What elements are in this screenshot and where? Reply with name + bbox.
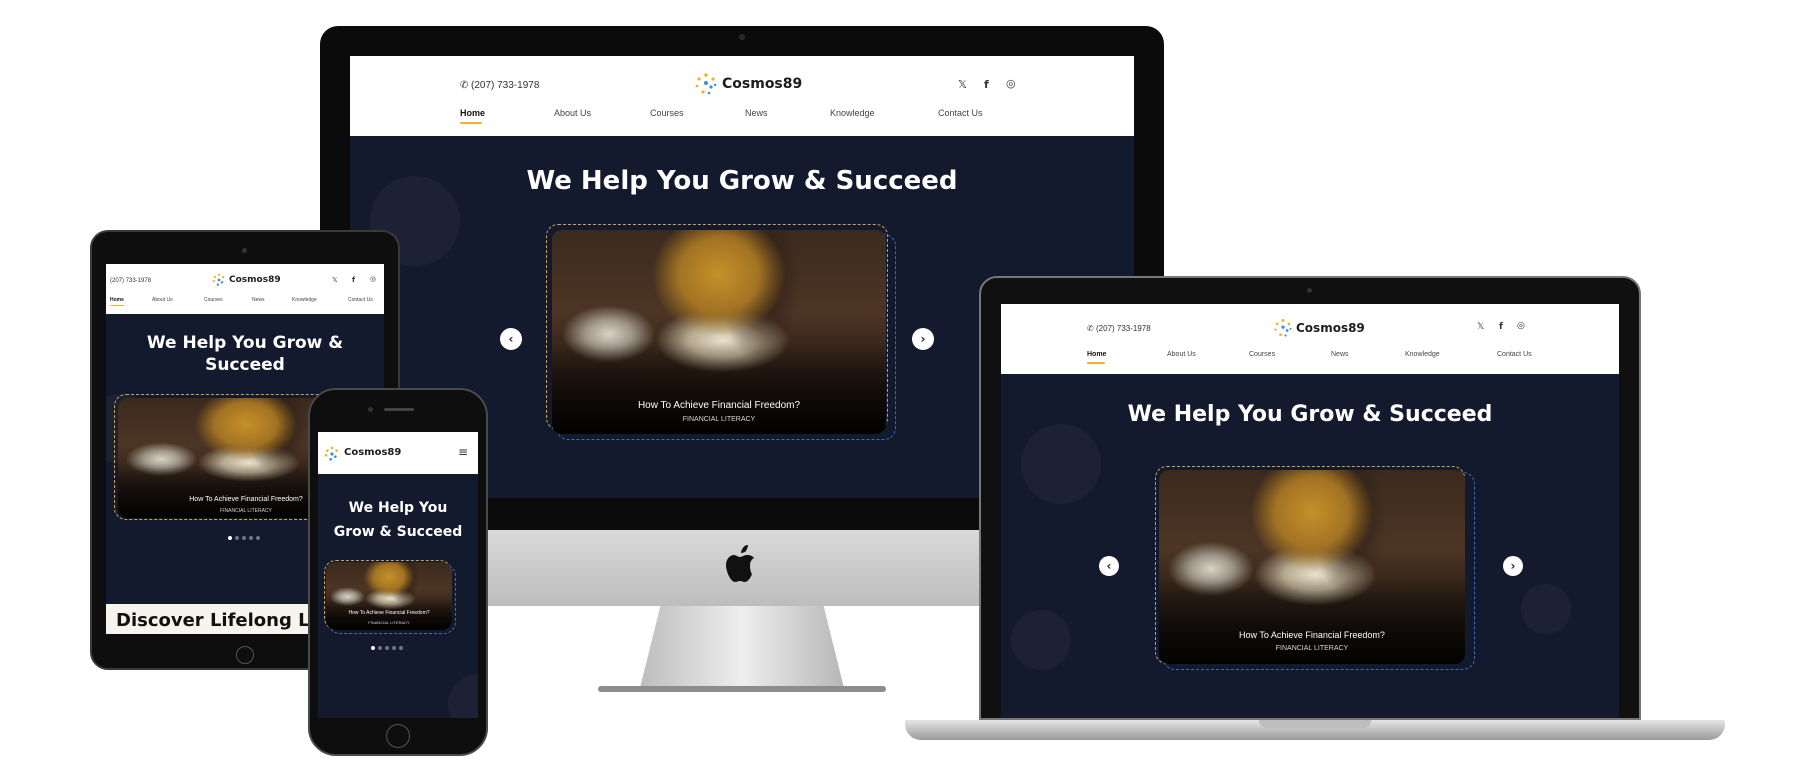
twitter-icon[interactable]: 𝕏 xyxy=(1477,322,1484,332)
slide-card[interactable]: How To Achieve Financial Freedom? FINANC… xyxy=(326,562,452,630)
nav-contact[interactable]: Contact Us xyxy=(938,108,983,118)
slide-category: FINANCIAL LITERACY xyxy=(368,620,410,625)
header-phone[interactable]: (207) 733-1978 xyxy=(110,278,151,284)
phone-device: Cosmos89 ≡ We Help You Grow & Succeed Ho… xyxy=(308,388,488,756)
instagram-icon[interactable]: ◎ xyxy=(1006,77,1016,90)
slide-card[interactable]: How To Achieve Financial Freedom? FINANC… xyxy=(1159,470,1465,664)
apple-logo xyxy=(720,542,764,586)
phone-icon: ✆ xyxy=(460,80,469,91)
hero-decor-circle xyxy=(1021,424,1101,504)
nav-home[interactable]: Home xyxy=(460,108,485,118)
nav-knowledge[interactable]: Knowledge xyxy=(830,108,875,118)
chevron-right-icon[interactable]: › xyxy=(1503,556,1523,576)
nav-active-indicator xyxy=(110,305,124,306)
site-header: ✆ (207) 733-1978 Cosmos89 𝕏 f ◎ Home Abo… xyxy=(350,56,1134,136)
slide-category: FINANCIAL LITERACY xyxy=(1275,645,1349,652)
header-phone[interactable]: (207) 733-1978 xyxy=(471,80,539,91)
nav-home[interactable]: Home xyxy=(110,297,124,303)
laptop-camera xyxy=(1307,288,1312,293)
nav-contact[interactable]: Contact Us xyxy=(1497,351,1532,358)
phone-home-button[interactable] xyxy=(386,724,410,748)
hero-title: We Help You Grow & Succeed xyxy=(526,166,958,196)
hero-decor-circle xyxy=(448,674,478,718)
slide-category: FINANCIAL LITERACY xyxy=(682,416,756,423)
imac-stand xyxy=(640,606,844,688)
hero-title: We Help You Grow & Succeed xyxy=(1127,402,1493,427)
nav-courses[interactable]: Courses xyxy=(650,108,684,118)
nav-courses[interactable]: Courses xyxy=(1249,351,1275,358)
nav-news[interactable]: News xyxy=(1331,351,1349,358)
nav-knowledge[interactable]: Knowledge xyxy=(292,297,317,303)
nav-about[interactable]: About Us xyxy=(152,297,173,303)
nav-knowledge[interactable]: Knowledge xyxy=(1405,351,1440,358)
hero-section: We Help You Grow & Succeed How To Achiev… xyxy=(1001,374,1619,718)
slide-card[interactable]: How To Achieve Financial Freedom? FINANC… xyxy=(552,230,886,434)
tablet-home-button[interactable] xyxy=(236,646,254,664)
carousel-dots[interactable] xyxy=(371,646,406,650)
brand-logo-icon xyxy=(324,446,340,462)
phone-camera xyxy=(368,407,373,412)
slide-category: FINANCIAL LITERACY xyxy=(220,508,272,514)
brand-name[interactable]: Cosmos89 xyxy=(1296,321,1365,335)
facebook-icon[interactable]: f xyxy=(1499,322,1503,332)
imac-camera xyxy=(739,34,745,40)
nav-home[interactable]: Home xyxy=(1087,351,1106,358)
hero-decor-circle xyxy=(1521,584,1571,634)
nav-news[interactable]: News xyxy=(252,297,265,303)
twitter-icon[interactable]: 𝕏 xyxy=(332,276,338,284)
facebook-icon[interactable]: f xyxy=(352,276,355,284)
imac-stand-base xyxy=(598,686,886,692)
facebook-icon[interactable]: f xyxy=(984,78,989,91)
site-header: ✆ (207) 733-1978 Cosmos89 𝕏 f ◎ Home Abo… xyxy=(1001,304,1619,374)
phone-screen: Cosmos89 ≡ We Help You Grow & Succeed Ho… xyxy=(318,432,478,718)
slide-title[interactable]: How To Achieve Financial Freedom? xyxy=(118,496,374,503)
slide-title[interactable]: How To Achieve Financial Freedom? xyxy=(326,610,452,616)
phone-speaker xyxy=(384,408,414,411)
brand-name[interactable]: Cosmos89 xyxy=(722,76,802,92)
hero-title: We Help You Grow & Succeed xyxy=(146,333,344,375)
nav-courses[interactable]: Courses xyxy=(204,297,223,303)
nav-active-indicator xyxy=(460,122,482,124)
brand-logo-icon xyxy=(1273,318,1293,338)
hamburger-icon[interactable]: ≡ xyxy=(458,445,468,459)
laptop-device: ✆ (207) 733-1978 Cosmos89 𝕏 f ◎ Home Abo… xyxy=(905,276,1725,746)
instagram-icon[interactable]: ◎ xyxy=(370,275,376,283)
nav-news[interactable]: News xyxy=(745,108,768,118)
instagram-icon[interactable]: ◎ xyxy=(1517,321,1525,331)
nav-about[interactable]: About Us xyxy=(554,108,591,118)
brand-logo-icon xyxy=(694,72,718,96)
slide-title[interactable]: How To Achieve Financial Freedom? xyxy=(1159,630,1465,640)
nav-active-indicator xyxy=(1087,362,1105,364)
laptop-screen: ✆ (207) 733-1978 Cosmos89 𝕏 f ◎ Home Abo… xyxy=(1001,304,1619,718)
twitter-icon[interactable]: 𝕏 xyxy=(958,78,967,91)
carousel-dots[interactable] xyxy=(228,536,263,540)
brand-name[interactable]: Cosmos89 xyxy=(344,447,401,458)
brand-logo-icon xyxy=(212,273,226,287)
chevron-left-icon[interactable]: ‹ xyxy=(500,328,522,350)
next-section-title: Discover Lifelong Le xyxy=(116,610,322,631)
site-header: (207) 733-1978 Cosmos89 𝕏 f ◎ Home About… xyxy=(106,264,384,314)
phone-icon: ✆ xyxy=(1087,324,1094,333)
nav-contact[interactable]: Contact Us xyxy=(348,297,373,303)
laptop-notch xyxy=(1259,720,1371,728)
slide-title[interactable]: How To Achieve Financial Freedom? xyxy=(552,400,886,411)
hero-title: We Help You Grow & Succeed xyxy=(333,500,463,540)
site-header: Cosmos89 ≡ xyxy=(318,432,478,474)
nav-about[interactable]: About Us xyxy=(1167,351,1196,358)
hero-decor-circle xyxy=(1011,610,1071,670)
header-phone[interactable]: (207) 733-1978 xyxy=(1096,324,1151,333)
tablet-camera xyxy=(242,248,247,253)
chevron-left-icon[interactable]: ‹ xyxy=(1099,556,1119,576)
brand-name[interactable]: Cosmos89 xyxy=(229,275,281,285)
